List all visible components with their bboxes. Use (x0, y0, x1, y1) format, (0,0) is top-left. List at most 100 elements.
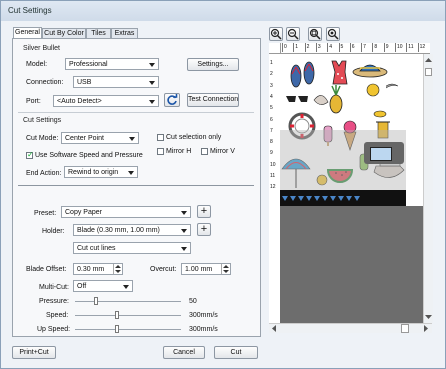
port-value: <Auto Detect> (57, 98, 102, 105)
ruler-left-tick-label: 4 (270, 93, 273, 100)
silver-bullet-group-label: Silver Bullet (23, 45, 60, 52)
ruler-left-tick-label: 2 (270, 71, 273, 78)
chevron-down-icon (181, 211, 187, 215)
cut-selection-only-checkbox[interactable] (157, 134, 164, 141)
holder-value: Blade (0.30 mm, 1.00 mm) (77, 227, 160, 234)
horizontal-scrollbar[interactable] (269, 323, 432, 333)
zoom-page-button[interactable] (326, 27, 340, 41)
cut-lines-dropdown[interactable]: Cut cut lines (73, 242, 191, 254)
connection-dropdown[interactable]: USB (73, 76, 159, 88)
cut-button[interactable]: Cut (214, 346, 258, 359)
ruler-top-tick-label: 11 (406, 43, 414, 52)
settings-button[interactable]: Settings... (187, 58, 239, 71)
ruler-left-tick-label: 10 (270, 161, 276, 168)
zoom-fit-icon (309, 28, 321, 40)
plus-icon: + (200, 223, 208, 235)
preset-value: Copy Paper (65, 209, 102, 216)
vertical-scroll-thumb[interactable] (425, 68, 432, 76)
cutter-screen (370, 147, 392, 161)
section-divider (18, 112, 254, 113)
speed-slider-thumb[interactable] (115, 311, 120, 319)
test-connection-button[interactable]: Test Connection (187, 93, 239, 107)
upspeed-label: Up Speed: (37, 326, 71, 333)
cut-settings-window: Cut Settings General Cut By Color Tiles … (0, 0, 446, 369)
ruler-top-tick-label: 4 (327, 43, 332, 52)
spinner-icon[interactable] (221, 264, 230, 274)
pressure-label: Pressure: (39, 298, 69, 305)
bird-icon (385, 83, 399, 89)
upspeed-value: 300mm/s (189, 326, 218, 333)
overcut-input[interactable]: 1.00 mm (181, 263, 231, 275)
model-dropdown[interactable]: Professional (65, 58, 159, 70)
swimsuit-icon (331, 60, 348, 85)
scroll-up-icon[interactable] (424, 56, 433, 64)
ruler-corner (269, 43, 281, 54)
speed-label: Speed: (46, 312, 69, 319)
speed-value: 300mm/s (189, 312, 218, 319)
preset-label: Preset: (34, 210, 57, 217)
pressure-slider-track (75, 301, 181, 302)
sunglasses-icon (286, 96, 308, 102)
port-dropdown[interactable]: <Auto Detect> (53, 95, 159, 107)
sun-icon (366, 83, 380, 97)
multicut-dropdown[interactable]: Off (73, 280, 133, 292)
ruler-top-tick-label: 12 (417, 43, 426, 52)
multicut-value: Off (77, 283, 87, 290)
holder-dropdown[interactable]: Blade (0.30 mm, 1.00 mm) (73, 224, 191, 236)
plus-icon: + (200, 205, 208, 217)
ruler-left-tick-label: 12 (270, 184, 276, 191)
chevron-down-icon (181, 247, 187, 251)
ruler-left-tick-label: 5 (270, 105, 273, 112)
ruler-top-tick-label: 6 (349, 43, 355, 52)
cancel-button[interactable]: Cancel (163, 346, 205, 359)
preview-canvas[interactable] (280, 54, 423, 323)
mirror-v-checkbox[interactable] (201, 148, 208, 155)
vertical-scrollbar[interactable] (423, 54, 433, 323)
end-action-dropdown[interactable]: Rewind to origin (64, 166, 138, 178)
upspeed-slider-track (75, 329, 181, 330)
mirror-h-checkbox[interactable] (157, 148, 164, 155)
cutting-mat (280, 54, 406, 206)
use-software-speed-checkbox[interactable] (26, 150, 34, 159)
ruler-left-tick-label: 6 (270, 116, 273, 123)
preset-dropdown[interactable]: Copy Paper (61, 206, 191, 218)
mirror-h-label: Mirror H (166, 148, 192, 155)
horizontal-scroll-thumb[interactable] (401, 324, 409, 333)
scroll-left-icon[interactable] (270, 325, 278, 332)
end-action-label: End Action: (26, 170, 62, 177)
chevron-down-icon (149, 81, 155, 85)
ruler-left-tick-label: 11 (270, 173, 276, 179)
zoom-out-icon (287, 28, 299, 40)
refresh-button[interactable] (164, 93, 180, 107)
zoom-in-button[interactable] (269, 27, 283, 41)
overcut-value: 1.00 mm (185, 266, 213, 273)
blade-offset-label: Blade Offset: (26, 266, 67, 273)
pressure-slider-thumb[interactable] (94, 297, 99, 305)
cut-mode-dropdown[interactable]: Center Point (61, 132, 139, 144)
pineapple-icon (329, 94, 343, 114)
mirror-v-label: Mirror V (210, 148, 235, 155)
speed-slider-track (75, 315, 181, 316)
chevron-down-icon (128, 171, 134, 175)
refresh-icon (167, 94, 178, 105)
shell-icon (313, 95, 329, 105)
title-bar[interactable]: Cut Settings (1, 1, 445, 21)
chevron-down-icon (123, 285, 129, 289)
print-cut-button[interactable]: Print+Cut (12, 346, 56, 359)
scroll-right-icon[interactable] (422, 325, 430, 332)
holder-label: Holder: (42, 228, 65, 235)
window-title: Cut Settings (8, 6, 52, 15)
zoom-fit-button[interactable] (308, 27, 322, 41)
add-preset-button[interactable]: + (197, 205, 211, 218)
zoom-out-button[interactable] (286, 27, 300, 41)
cut-mode-label: Cut Mode: (26, 135, 59, 142)
upspeed-slider-thumb[interactable] (115, 325, 120, 333)
blade-offset-input[interactable]: 0.30 mm (73, 263, 123, 275)
chevron-down-icon (149, 100, 155, 104)
scroll-down-icon[interactable] (424, 313, 433, 321)
add-holder-button[interactable]: + (197, 223, 211, 236)
spinner-icon[interactable] (113, 264, 122, 274)
end-action-value: Rewind to origin (68, 169, 119, 176)
blade-offset-value: 0.30 mm (77, 266, 105, 273)
mat-margin (406, 54, 423, 206)
